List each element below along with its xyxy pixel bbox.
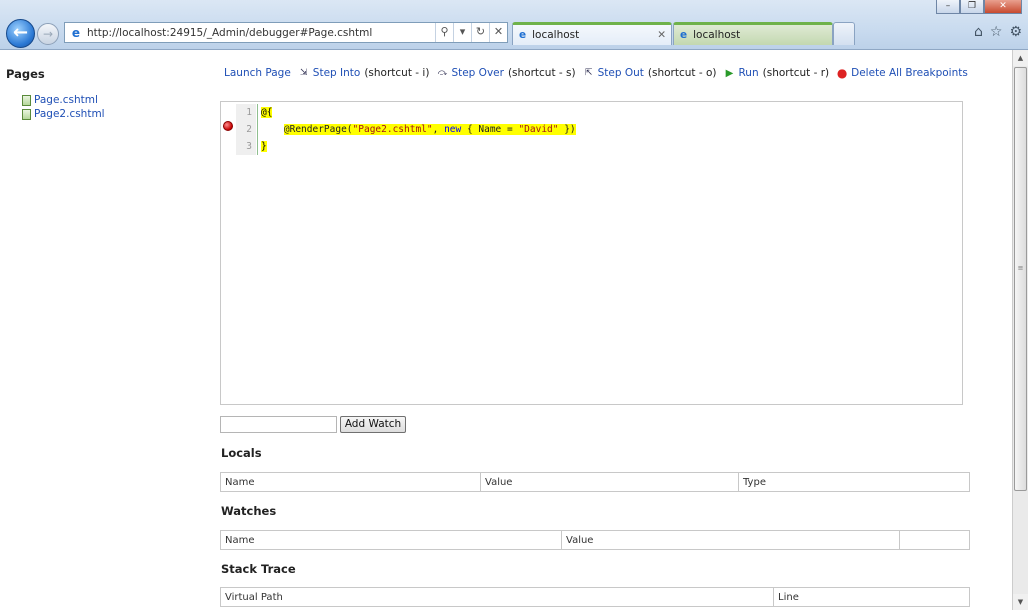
step-into-icon: ⇲	[300, 67, 308, 78]
breakpoint-icon[interactable]	[223, 121, 233, 131]
column-header: Virtual Path	[221, 588, 774, 606]
address-bar[interactable]: e http://localhost:24915/_Admin/debugger…	[64, 22, 508, 43]
ie-tab-icon: e	[680, 29, 688, 41]
line-number: 1	[236, 104, 256, 121]
browser-chrome: – ❐ ✕ ← → e http://localhost:24915/_Admi…	[0, 0, 1028, 50]
run-icon: ▶	[725, 67, 734, 79]
refresh-icon[interactable]: ↻	[471, 23, 489, 42]
step-over-shortcut: (shortcut - s)	[507, 67, 576, 79]
delete-breakpoints-link[interactable]: Delete All Breakpoints	[851, 67, 968, 79]
run-shortcut: (shortcut - r)	[762, 67, 830, 79]
page-string: "Page2.cshtml"	[352, 124, 433, 135]
debugger-toolbar: Launch Page ⇲ Step Into (shortcut - i) ⤼…	[224, 65, 968, 80]
breakpoint-gutter[interactable]	[221, 102, 236, 152]
launch-page-link[interactable]: Launch Page	[224, 67, 291, 79]
add-watch-button[interactable]: Add Watch	[340, 416, 406, 433]
search-icon[interactable]: ⚲	[435, 23, 453, 42]
tools-gear-icon[interactable]: ⚙	[1009, 24, 1022, 40]
code-comma: ,	[432, 124, 445, 135]
line-number: 3	[236, 138, 256, 155]
forward-button[interactable]: →	[37, 23, 59, 45]
close-window-icon[interactable]: ✕	[984, 0, 1022, 14]
scroll-up-icon[interactable]: ▲	[1013, 50, 1028, 66]
tab-label: localhost	[532, 29, 580, 41]
favorites-star-icon[interactable]: ☆	[990, 24, 1003, 40]
locals-table-header: Name Value Type	[220, 472, 970, 492]
browser-tools: ⌂ ☆ ⚙	[974, 24, 1022, 40]
code-text: }	[261, 141, 267, 152]
minimize-icon[interactable]: –	[936, 0, 960, 14]
code-line-2: @RenderPage("Page2.cshtml", new { Name =…	[257, 121, 576, 138]
code-lines: @{ @RenderPage("Page2.cshtml", new { Nam…	[257, 104, 576, 155]
file-icon	[22, 94, 31, 106]
column-header: Value	[562, 531, 900, 549]
stack-trace-heading: Stack Trace	[221, 562, 296, 576]
code-text: @{	[261, 107, 273, 118]
stack-trace-table-header: Virtual Path Line	[220, 587, 970, 607]
close-tab-icon[interactable]: ✕	[657, 29, 666, 41]
column-header: Type	[743, 477, 766, 488]
window-controls: – ❐ ✕	[936, 0, 1022, 14]
sidebar-item-label[interactable]: Page.cshtml	[34, 94, 98, 106]
home-icon[interactable]: ⌂	[974, 24, 983, 40]
code-line-3: }	[257, 138, 576, 155]
watch-input[interactable]	[220, 416, 337, 433]
locals-heading: Locals	[221, 446, 262, 460]
restore-icon[interactable]: ❐	[960, 0, 984, 14]
step-over-icon: ⤼	[437, 67, 448, 78]
new-keyword: new	[444, 124, 462, 135]
column-header: Value	[481, 473, 739, 491]
watches-heading: Watches	[221, 504, 277, 518]
stop-icon[interactable]: ✕	[489, 23, 507, 42]
ie-page-icon: e	[71, 25, 81, 40]
new-tab-button[interactable]	[833, 22, 855, 45]
sidebar-item-page2[interactable]: Page2.cshtml	[22, 108, 105, 120]
tab-label: localhost	[693, 29, 741, 41]
scroll-thumb[interactable]: ≡	[1014, 67, 1027, 491]
current-statement: @RenderPage("Page2.cshtml", new { Name =…	[283, 124, 576, 135]
back-button[interactable]: ←	[6, 19, 35, 48]
name-string: "David"	[518, 124, 559, 135]
sidebar-item-page[interactable]: Page.cshtml	[22, 94, 98, 106]
dropdown-icon[interactable]: ▾	[453, 23, 471, 42]
step-out-icon: ⇱	[584, 67, 593, 78]
column-header	[900, 531, 969, 549]
code-line-1: @{	[257, 104, 576, 121]
render-page-call: @RenderPage(	[283, 124, 353, 135]
anon-object: { Name =	[461, 124, 519, 135]
vertical-scrollbar[interactable]: ▲ ≡ ▼	[1012, 50, 1028, 610]
step-over-link[interactable]: Step Over	[451, 67, 504, 79]
step-out-shortcut: (shortcut - o)	[647, 67, 717, 79]
address-url[interactable]: http://localhost:24915/_Admin/debugger#P…	[87, 27, 435, 39]
ie-tab-icon: e	[519, 29, 527, 41]
step-out-link[interactable]: Step Out	[598, 67, 644, 79]
tab-localhost[interactable]: e localhost	[673, 22, 833, 45]
sidebar-item-label[interactable]: Page2.cshtml	[34, 108, 105, 120]
breakpoint-pin-icon: ●	[836, 65, 848, 80]
scroll-down-icon[interactable]: ▼	[1013, 594, 1028, 610]
step-into-shortcut: (shortcut - i)	[364, 67, 430, 79]
file-icon	[22, 108, 31, 120]
line-number-gutter: 1 2 3	[236, 104, 256, 155]
run-link[interactable]: Run	[738, 67, 758, 79]
step-into-link[interactable]: Step Into	[313, 67, 361, 79]
line-number: 2	[236, 121, 256, 138]
watches-table-header: Name Value	[220, 530, 970, 550]
code-editor[interactable]: 1 2 3 @{ @RenderPage("Page2.cshtml", new…	[220, 101, 963, 405]
code-close: })	[558, 124, 576, 135]
column-header: Line	[778, 592, 799, 603]
tab-localhost-active[interactable]: e localhost ✕	[512, 22, 672, 45]
column-header: Name	[221, 473, 481, 491]
column-header: Name	[221, 531, 562, 549]
pages-heading: Pages	[6, 67, 45, 81]
